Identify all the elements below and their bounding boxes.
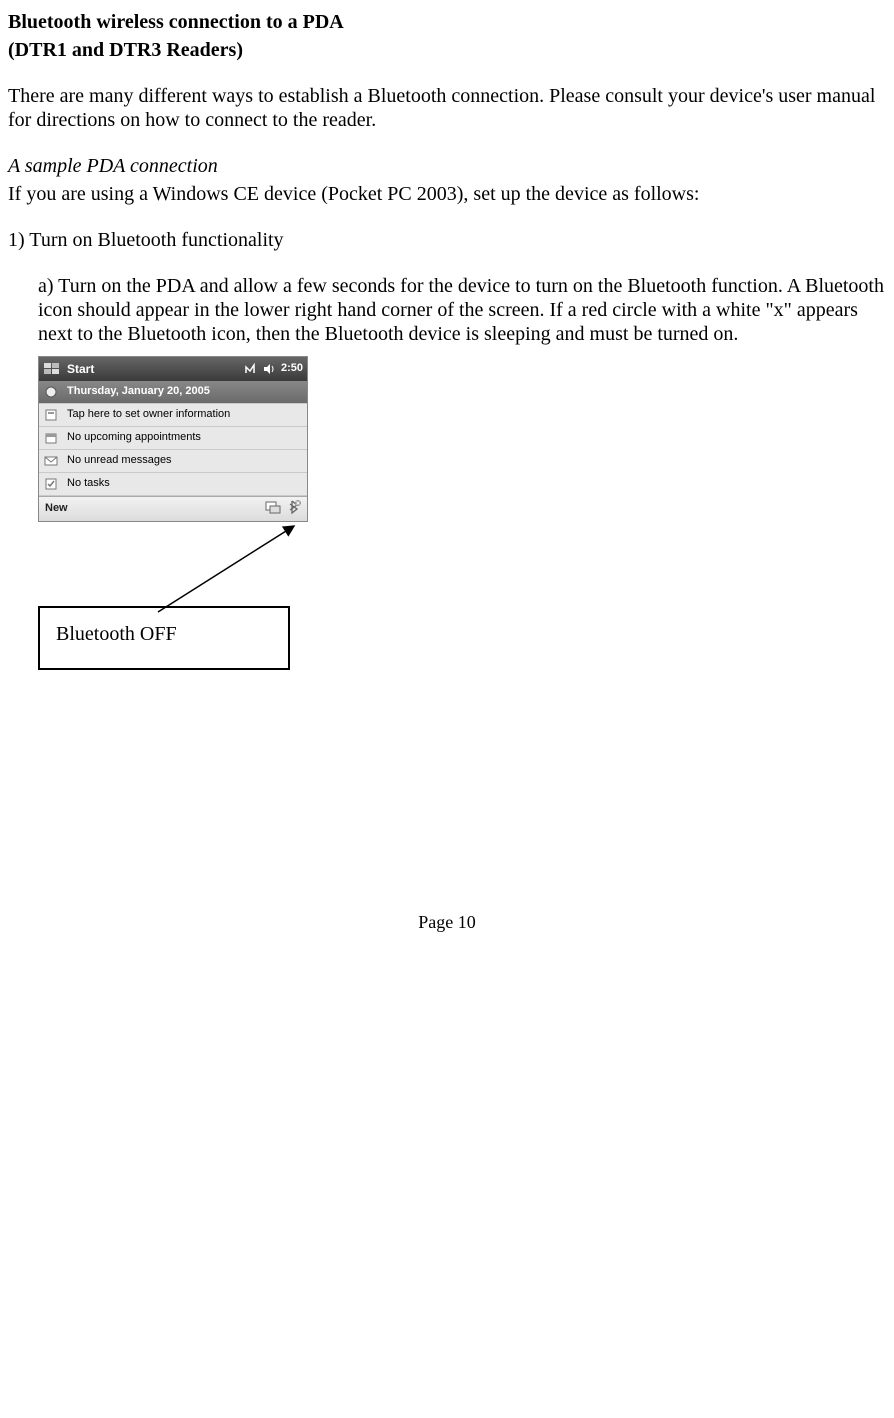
bluetooth-off-icon[interactable]	[287, 499, 301, 519]
clock-label: 2:50	[281, 362, 303, 375]
pda-row-appointments[interactable]: No upcoming appointments	[39, 427, 307, 450]
windows-flag-icon	[43, 360, 61, 378]
heading-line2: (DTR1 and DTR3 Readers)	[8, 38, 886, 62]
row-text: No unread messages	[67, 454, 172, 467]
owner-icon	[43, 407, 59, 423]
pda-row-tasks[interactable]: No tasks	[39, 473, 307, 496]
heading-line1: Bluetooth wireless connection to a PDA	[8, 10, 886, 34]
date-text: Thursday, January 20, 2005	[67, 385, 210, 398]
pda-screenshot: Start 2:50 Thu	[38, 356, 886, 522]
subheading: A sample PDA connection	[8, 154, 886, 178]
pda-bottombar: New	[39, 496, 307, 521]
intro-paragraph: There are many different ways to establi…	[8, 84, 886, 132]
subheading-body: If you are using a Windows CE device (Po…	[8, 182, 886, 206]
callout-arrow: Bluetooth OFF	[38, 522, 348, 612]
speaker-icon[interactable]	[263, 363, 275, 375]
tasks-icon	[43, 476, 59, 492]
calendar-icon	[43, 430, 59, 446]
callout-label-box: Bluetooth OFF	[38, 606, 290, 670]
row-text: No upcoming appointments	[67, 431, 201, 444]
step-1: 1) Turn on Bluetooth functionality	[8, 228, 886, 252]
connectivity-icon[interactable]	[243, 363, 257, 375]
start-label[interactable]: Start	[67, 362, 94, 376]
sip-icon[interactable]	[265, 500, 281, 518]
today-icon	[43, 384, 59, 400]
callout-text: Bluetooth OFF	[56, 623, 177, 645]
pda-row-messages[interactable]: No unread messages	[39, 450, 307, 473]
envelope-icon	[43, 453, 59, 469]
page-footer: Page 10	[8, 912, 886, 934]
pda-date-row: Thursday, January 20, 2005	[39, 381, 307, 404]
row-text: No tasks	[67, 477, 110, 490]
row-text: Tap here to set owner information	[67, 408, 230, 421]
step-1a: a) Turn on the PDA and allow a few secon…	[8, 274, 886, 346]
pda-row-owner[interactable]: Tap here to set owner information	[39, 404, 307, 427]
pda-topbar: Start 2:50	[39, 357, 307, 381]
new-button[interactable]: New	[45, 502, 68, 515]
